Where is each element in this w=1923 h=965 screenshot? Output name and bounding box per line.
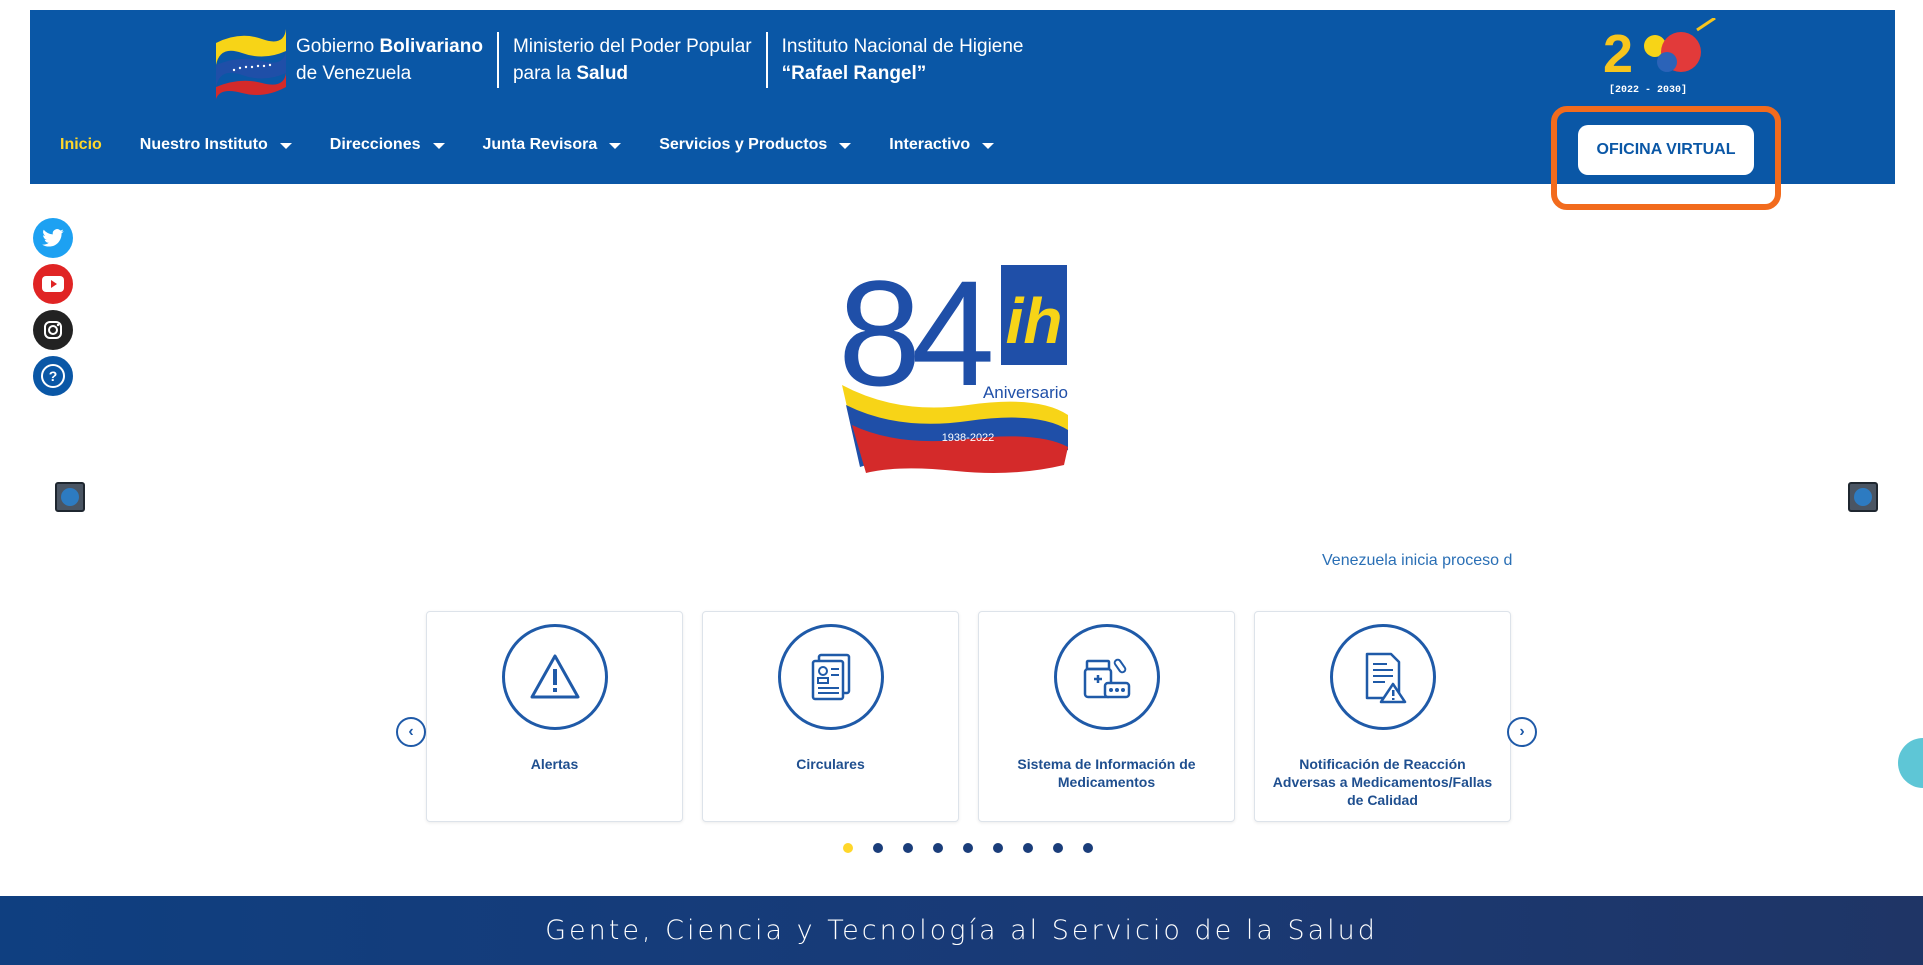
card-label: Circulares (796, 756, 865, 772)
slider-prev-button[interactable] (55, 482, 85, 512)
help-icon[interactable]: ? (33, 356, 73, 396)
warning-icon (501, 624, 608, 730)
nav-servicios-productos[interactable]: Servicios y Productos (659, 136, 852, 154)
arrow-right-icon (1854, 488, 1872, 506)
pagination-dot[interactable] (963, 843, 973, 853)
card-label: Alertas (530, 756, 579, 772)
chevron-down-icon (279, 143, 292, 149)
pagination-dot[interactable] (873, 843, 883, 853)
medicine-icon (1053, 624, 1160, 730)
youtube-icon[interactable] (33, 264, 73, 304)
carousel-pagination (843, 843, 1093, 853)
svg-text:1938-2022: 1938-2022 (942, 432, 995, 444)
venezuela-flag-logo (216, 29, 286, 99)
chevron-down-icon (982, 143, 995, 149)
brand-divider (765, 32, 768, 88)
pagination-dot[interactable] (1083, 843, 1093, 853)
government-name: Gobierno Bolivariano de Venezuela (296, 36, 483, 84)
services-carousel: Alertas Circulares Sistema de Informació… (426, 611, 1511, 822)
brand[interactable]: Gobierno Bolivariano de Venezuela Minist… (210, 20, 1024, 100)
report-icon (1329, 624, 1436, 730)
social-links: ? (33, 218, 73, 396)
news-ticker[interactable]: Venezuela inicia proceso d (1322, 552, 1518, 570)
svg-text:84: 84 (838, 255, 991, 417)
nav-junta-revisora[interactable]: Junta Revisora (483, 136, 622, 154)
tagline-banner: Gente, Ciencia y Tecnología al Servicio … (0, 896, 1923, 965)
pagination-dot[interactable] (1053, 843, 1063, 853)
card-sistema-informacion-medicamentos[interactable]: Sistema de Información de Medicamentos (978, 611, 1235, 822)
chevron-down-icon (609, 143, 622, 149)
card-alertas[interactable]: Alertas (426, 611, 683, 822)
card-notificacion-reaccion-adversa[interactable]: Notificación de Reacción Adversas a Medi… (1254, 611, 1511, 822)
card-circulares[interactable]: Circulares (702, 611, 959, 822)
institute-name: Instituto Nacional de Higiene “Rafael Ra… (781, 36, 1024, 84)
chevron-down-icon (839, 143, 852, 149)
main-nav: Inicio Nuestro Instituto Direcciones Jun… (60, 136, 1032, 154)
cards-prev-button[interactable]: ‹ (396, 717, 426, 747)
nav-inicio[interactable]: Inicio (60, 136, 102, 154)
twitter-icon[interactable] (33, 218, 73, 258)
svg-text:?: ? (49, 368, 58, 384)
nav-direcciones[interactable]: Direcciones (330, 136, 445, 154)
svg-text:ih: ih (1006, 285, 1063, 357)
pagination-dot[interactable] (903, 843, 913, 853)
card-label: Sistema de Información de Medicamentos (1017, 756, 1196, 790)
pagination-dot[interactable] (933, 843, 943, 853)
arrow-left-icon (61, 488, 79, 506)
pagination-dot[interactable] (993, 843, 1003, 853)
nav-nuestro-instituto[interactable]: Nuestro Instituto (140, 136, 292, 154)
footer-tagline: Gente, Ciencia y Tecnología al Servicio … (545, 915, 1378, 946)
page: Gobierno Bolivariano de Venezuela Minist… (0, 0, 1923, 965)
slider-next-button[interactable] (1848, 482, 1878, 512)
svg-text:2: 2 (1603, 24, 1633, 84)
svg-text:Aniversario: Aniversario (983, 383, 1068, 402)
card-label: Notificación de Reacción Adversas a Medi… (1272, 756, 1493, 808)
brand-divider (496, 32, 499, 88)
nav-interactivo[interactable]: Interactivo (889, 136, 995, 154)
pagination-dot[interactable] (843, 843, 853, 853)
cards-next-button[interactable]: › (1507, 717, 1537, 747)
bicentenario-logo: 2 [2022 - 2030] (1603, 18, 1716, 96)
documents-icon (777, 624, 884, 730)
oficina-virtual-button[interactable]: OFICINA VIRTUAL (1578, 125, 1754, 175)
chevron-down-icon (432, 143, 445, 149)
anniversary-84-logo: 84 ih Aniversario 1938-2022 (838, 255, 1068, 473)
ministry-name: Ministerio del Poder Popular para la Sal… (512, 36, 752, 84)
chat-bubble-widget[interactable] (1898, 738, 1923, 788)
instagram-icon[interactable] (33, 310, 73, 350)
pagination-dot[interactable] (1023, 843, 1033, 853)
svg-text:[2022 - 2030]: [2022 - 2030] (1609, 84, 1687, 96)
